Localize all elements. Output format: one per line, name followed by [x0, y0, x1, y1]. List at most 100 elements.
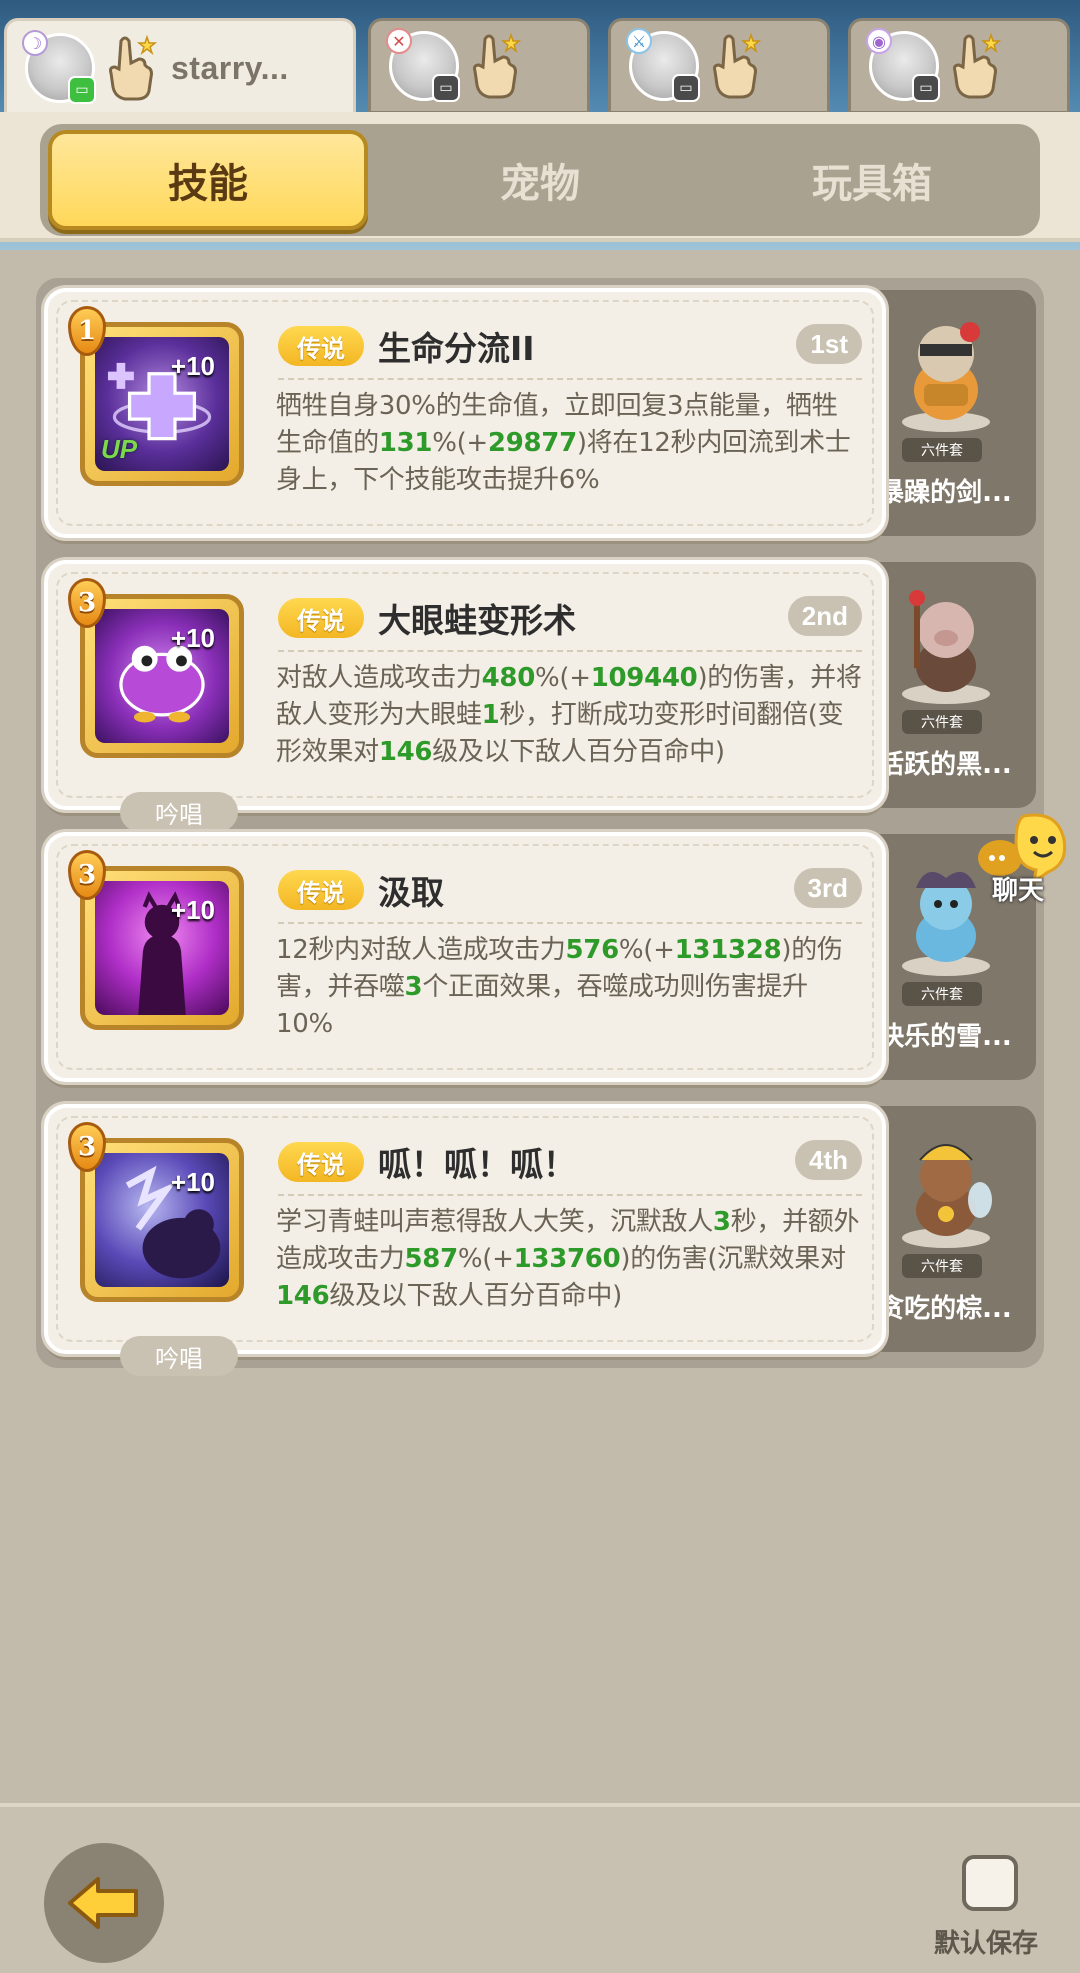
chant-tag: 吟唱: [120, 792, 238, 832]
highlight-number: 480: [481, 663, 536, 693]
skill-card[interactable]: +10 UP 1 传说 生命分流II 1st 牺牲自身30%的生命值，立即回复3…: [44, 288, 886, 538]
description-text: 级及以下敌人百分百命中): [329, 1281, 622, 1311]
pet-figure-icon: [902, 1144, 992, 1248]
skill-name: 大眼蛙变形术: [378, 601, 576, 640]
drain-skill-icon: +10: [95, 881, 229, 1015]
highlight-number: 131: [378, 428, 433, 458]
character-tab-3[interactable]: ⚔ ▭: [608, 18, 830, 114]
skill-order-badge: 1st: [796, 324, 862, 364]
skills-panel: 六件套 暴躁的剑... +10 UP 1 传说 生命分流II 1st 牺牲自身3…: [36, 278, 1044, 1376]
rarity-badge: 传说: [278, 870, 364, 910]
chat-status-icon: ▭: [68, 76, 96, 104]
skill-icon-frame: +10: [80, 594, 244, 758]
skill-description: 学习青蛙叫声惹得敌人大笑，沉默敌人3秒，并额外造成攻击力587%(+133760…: [276, 1204, 862, 1315]
skill-row[interactable]: 六件套 快乐的雪... +10 3 传说 汲取 3rd 12秒内对敌人造成攻击力…: [44, 832, 1036, 1082]
description-text: %(+: [534, 663, 591, 693]
chat-status-icon: ▭: [672, 74, 700, 102]
like-hand-icon[interactable]: [947, 31, 1003, 101]
plus-level: +10: [170, 351, 215, 381]
description-text: 级及以下敌人百分百命中): [432, 737, 725, 767]
element-icon: ⚔: [626, 28, 652, 54]
rarity-badge: 传说: [278, 326, 364, 366]
highlight-number: 133760: [513, 1244, 621, 1274]
chant-tag: 吟唱: [120, 1336, 238, 1376]
rarity-badge: 传说: [278, 1142, 364, 1182]
highlight-number: 1: [481, 700, 500, 730]
highlight-number: 146: [276, 1281, 330, 1311]
skill-icon-frame: +10: [80, 1138, 244, 1302]
chat-label[interactable]: 聊天: [992, 870, 1044, 907]
set-tag: 六件套: [902, 710, 982, 734]
highlight-number: 131328: [674, 935, 782, 965]
default-save-checkbox[interactable]: [962, 1855, 1018, 1911]
character-tab-1[interactable]: ☽ ▭ starry...: [4, 18, 356, 118]
tab-toybox[interactable]: 玩具箱: [712, 130, 1032, 230]
skill-description: 对敌人造成攻击力480%(+109440)的伤害，并将敌人变形为大眼蛙1秒，打断…: [276, 660, 862, 771]
character-name: starry...: [171, 49, 289, 86]
plus-level: +10: [170, 1167, 215, 1197]
like-hand-icon[interactable]: [707, 31, 763, 101]
skill-row[interactable]: 六件套 活跃的黑... +10 3 吟唱 传说 大眼蛙变形术 2nd 对敌人造成…: [44, 560, 1036, 832]
highlight-number: 146: [378, 737, 433, 767]
pet-figure-icon: [902, 322, 990, 432]
skill-icon-frame: +10: [80, 866, 244, 1030]
skill-order-badge: 2nd: [787, 596, 862, 636]
croak-skill-icon: +10: [95, 1153, 229, 1287]
skill-card[interactable]: +10 3 吟唱 传说 大眼蛙变形术 2nd 对敌人造成攻击力480%(+109…: [44, 560, 886, 832]
highlight-number: 3: [404, 972, 423, 1002]
description-text: %(+: [432, 428, 488, 458]
divider: [278, 378, 862, 380]
life-tap-skill-icon: +10 UP: [95, 337, 229, 471]
highlight-number: 29877: [487, 428, 577, 458]
avatar: ✕ ▭: [386, 28, 460, 102]
avatar: ⚔ ▭: [626, 28, 700, 102]
tab-skills[interactable]: 技能: [48, 130, 368, 230]
divider: [278, 922, 862, 924]
skill-icon-frame: +10 UP: [80, 322, 244, 486]
frog-polymorph-skill-icon: +10: [95, 609, 229, 743]
avatar: ☽ ▭: [22, 30, 96, 104]
description-text: 对敌人造成攻击力: [276, 663, 482, 693]
description-text: 学习青蛙叫声惹得敌人大笑，沉默敌人: [276, 1207, 713, 1237]
set-tag: 六件套: [902, 438, 982, 462]
back-arrow-icon: [68, 1877, 138, 1929]
divider: [278, 650, 862, 652]
element-icon: ☽: [22, 30, 48, 56]
description-text: %(+: [618, 935, 675, 965]
tab-bar-container: 技能 宠物 玩具箱: [0, 112, 1080, 242]
tab-bar: 技能 宠物 玩具箱: [40, 124, 1040, 236]
skill-description: 12秒内对敌人造成攻击力576%(+131328)的伤害，并吞噬3个正面效果，吞…: [276, 932, 862, 1043]
highlight-number: 576: [565, 935, 620, 965]
tab-pets[interactable]: 宠物: [380, 130, 700, 230]
skill-row[interactable]: 六件套 贪吃的棕... +10 3 吟唱 传说 呱！呱！呱！ 4th 学习青蛙叫…: [44, 1104, 1036, 1376]
plus-level: +10: [170, 623, 215, 653]
skill-order-badge: 4th: [795, 1140, 862, 1180]
like-hand-icon[interactable]: [467, 31, 523, 101]
description-text: 12秒内对敌人造成攻击力: [276, 935, 566, 965]
chat-status-icon: ▭: [912, 74, 940, 102]
skill-card[interactable]: +10 3 传说 汲取 3rd 12秒内对敌人造成攻击力576%(+131328…: [44, 832, 886, 1082]
skill-name: 呱！呱！呱！: [378, 1145, 576, 1184]
upgrade-tag: UP: [101, 434, 138, 464]
like-hand-icon[interactable]: [103, 33, 159, 103]
highlight-number: 587: [404, 1244, 459, 1274]
divider: [278, 1194, 862, 1196]
skill-name: 生命分流II: [378, 329, 535, 368]
highlight-number: 3: [712, 1207, 731, 1237]
element-icon: ✕: [386, 28, 412, 54]
description-text: %(+: [457, 1244, 514, 1274]
skill-row[interactable]: 六件套 暴躁的剑... +10 UP 1 传说 生命分流II 1st 牺牲自身3…: [44, 288, 1036, 538]
set-tag: 六件套: [902, 1254, 982, 1278]
back-button[interactable]: [44, 1843, 164, 1963]
rarity-badge: 传说: [278, 598, 364, 638]
pet-figure-icon: [902, 590, 990, 704]
plus-level: +10: [170, 895, 215, 925]
skill-name: 汲取: [378, 873, 444, 912]
skill-order-badge: 3rd: [793, 868, 862, 908]
avatar: ◉ ▭: [866, 28, 940, 102]
description-text: )的伤害(沉默效果对: [620, 1244, 846, 1274]
skill-card[interactable]: +10 3 吟唱 传说 呱！呱！呱！ 4th 学习青蛙叫声惹得敌人大笑，沉默敌人…: [44, 1104, 886, 1376]
character-tab-2[interactable]: ✕ ▭: [368, 18, 590, 114]
set-tag: 六件套: [902, 982, 982, 1006]
character-tab-4[interactable]: ◉ ▭: [848, 18, 1070, 114]
